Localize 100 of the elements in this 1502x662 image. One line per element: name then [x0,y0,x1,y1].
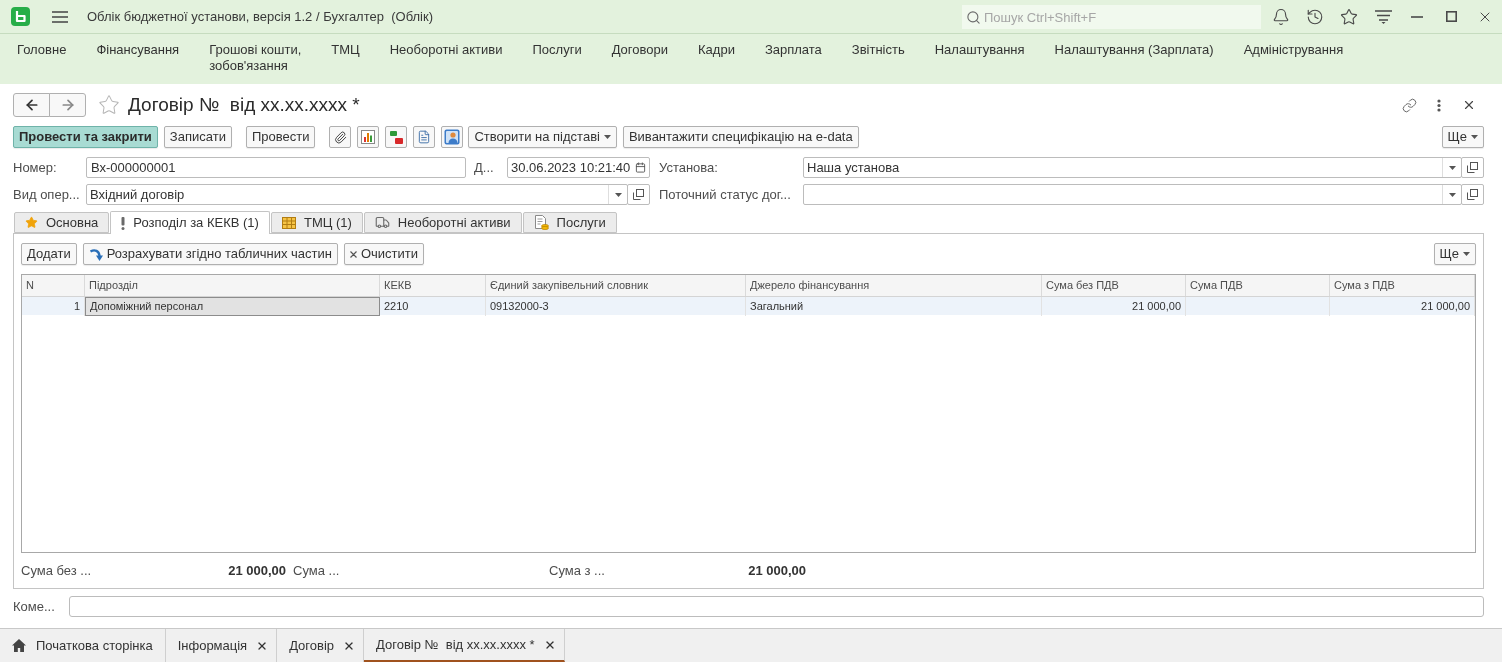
person-card-icon [444,129,461,145]
section-link[interactable]: Договори [611,42,668,58]
icon-button[interactable] [357,126,380,148]
window-tab[interactable]: Договір [277,629,365,662]
search-icon [966,9,981,25]
bar-chart-icon [361,130,376,144]
calendar-icon [635,162,646,173]
section-link[interactable]: Головне [17,42,67,58]
paperclip-icon [333,130,347,144]
lines-caret-icon [1374,9,1392,24]
section-link[interactable]: Адміністрування [1243,42,1344,58]
search-field[interactable]: Пошук Ctrl+Shift+F [962,5,1261,29]
document-coins-icon [533,215,549,230]
tab[interactable]: Основна [14,212,110,233]
window-tab[interactable]: Початкова сторінка [0,629,166,662]
section-link[interactable]: Послуги [532,42,582,58]
app-logo-icon [11,7,30,26]
section-link[interactable]: Необоротні активи [389,42,503,58]
window-tab[interactable]: Договір № від xx.xx.xxxx * [364,629,565,662]
select-field[interactable] [803,184,1462,205]
command-button[interactable]: Записати [163,126,232,148]
total-value: 21 000,00 [228,562,286,580]
column-header: Сума з ПДВ [1330,275,1475,296]
table-cell: 09132000-3 [486,297,746,316]
star-icon [1340,7,1358,26]
truck-icon [374,215,390,230]
text-field[interactable]: Вх-000000001 [86,157,466,178]
tab[interactable]: ТМЦ (1) [270,212,363,233]
field-label: Установа: [659,158,719,177]
default-button[interactable]: Провести та закрити [13,126,158,148]
icon-button[interactable] [441,126,464,148]
field-label: Поточний статус дог... [659,185,792,204]
overlapping-squares-icon [633,189,644,200]
window-tab[interactable]: Інформація [165,629,278,662]
toolbar-button[interactable]: Розрахувати згідно табличних частин [82,243,338,265]
document-icon [417,130,432,144]
section-link[interactable]: Зарплата [764,42,822,58]
back-button[interactable] [13,93,50,117]
icon-button[interactable] [413,126,436,148]
history-icon [1306,7,1324,26]
table-cell: 21 000,00 [1330,297,1475,316]
total-label: Сума без ... [21,562,92,580]
caret-icon [614,192,622,197]
home-icon [12,639,26,652]
menu-icon [52,10,68,23]
column-header: Підрозділ [85,275,380,296]
field-label: Номер: [13,158,58,177]
table-cell: Допоміжний персонал [85,297,380,316]
tab[interactable]: Розподіл за КЕКВ (1) [110,211,270,234]
section-link[interactable]: Фінансування [96,42,180,58]
dropdown-button[interactable]: Створити на підставі [468,126,617,148]
icon-button[interactable] [329,126,352,148]
command-button[interactable]: Провести [245,126,316,148]
caret-icon [1463,252,1470,256]
open-button[interactable] [1461,184,1484,205]
overlapping-squares-icon [1467,162,1478,173]
tab[interactable]: Послуги [522,212,617,233]
link-icon [1401,97,1417,113]
select-field[interactable]: Вхідний договір [86,184,628,205]
form-title: Договір № від xx.xx.xxxx * [128,93,360,117]
section-link[interactable]: Грошові кошти, зобов'язання [209,42,302,74]
bell-icon [1272,7,1290,26]
command-button[interactable]: Вивантажити специфікацію на e-data [622,126,859,148]
table-row[interactable]: 1 Допоміжний персонал 2210 09132000-3 Загальний 21 000,00 21 000,00 [22,297,1475,315]
section-link[interactable]: Звітність [851,42,905,58]
field-label: Вид опер... [13,185,81,204]
caret-icon [1448,165,1456,170]
toolbar-button[interactable]: Очистити [343,243,425,265]
star-icon [98,94,120,116]
column-header: Сума ПДВ [1186,275,1330,296]
comment-field[interactable] [69,596,1484,617]
section-link[interactable]: Налаштування (Зарплата) [1054,42,1214,58]
column-header: КЕКВ [380,275,486,296]
tab[interactable]: Необоротні активи [363,212,522,233]
section-link[interactable]: Кадри [698,42,735,58]
open-button[interactable] [1461,157,1484,178]
more-actions-button[interactable]: Ще [1433,243,1476,265]
more-icon [1437,98,1441,112]
total-label: Сума ... [293,562,340,580]
section-link[interactable]: Налаштування [934,42,1025,58]
caret-icon [603,135,611,139]
caret-icon [1471,135,1478,139]
table-cell: Загальний [746,297,1042,316]
caret-icon [1448,192,1456,197]
section-link[interactable]: ТМЦ [331,42,360,58]
more-actions-button[interactable]: Ще [1441,126,1484,148]
select-field[interactable]: Наша установа [803,157,1462,178]
app-title: Облік бюджетної установи, версія 1.2 / Бухгалтер (Облік) [87,7,433,26]
close-icon [1462,98,1476,112]
minimize-icon [1411,15,1423,18]
date-field[interactable]: 30.06.2023 10:21:40 [507,157,650,178]
icon-button[interactable] [385,126,408,148]
table-cell: 21 000,00 [1042,297,1186,316]
star-icon [25,216,38,229]
toolbar-button[interactable]: Додати [21,243,77,265]
column-header: Джерело фінансування [746,275,1042,296]
x-icon [349,250,357,258]
accounting-entry-icon [388,129,404,145]
total-value: 21 000,00 [748,562,806,580]
open-button[interactable] [627,184,650,205]
